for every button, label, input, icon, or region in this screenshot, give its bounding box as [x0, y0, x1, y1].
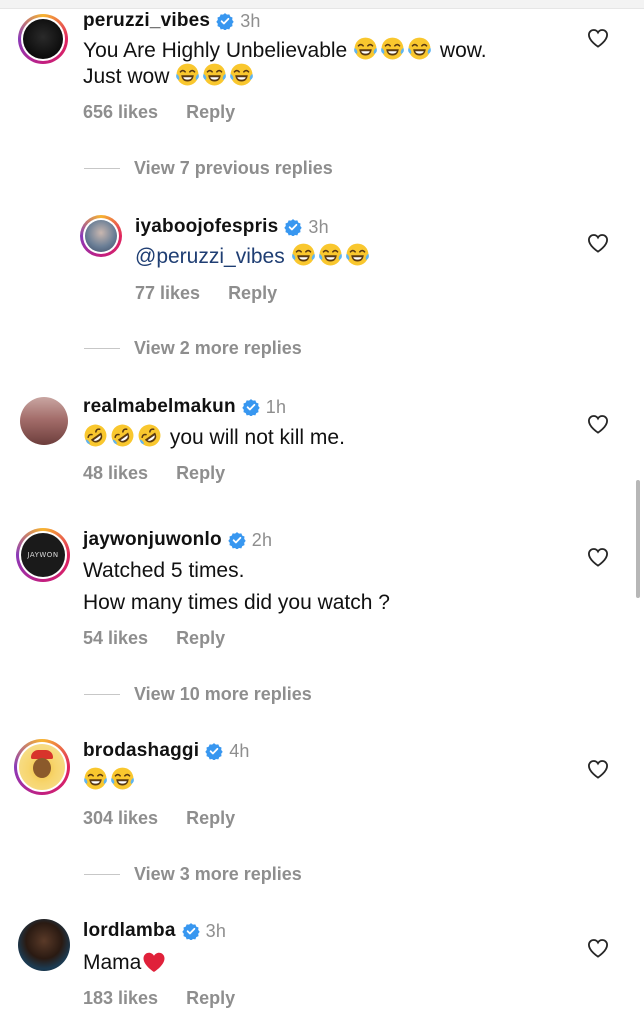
- avatar-lordlamba[interactable]: [18, 919, 70, 971]
- avatar-brodashaggi[interactable]: [14, 739, 70, 795]
- reply-button[interactable]: Reply: [228, 283, 277, 303]
- comment-text: @peruzzi_vibes: [135, 241, 372, 272]
- face-with-tears-of-joy-icon: [175, 62, 200, 87]
- view-replies-button[interactable]: View 10 more replies: [134, 684, 312, 705]
- face-with-tears-of-joy-icon: [380, 36, 405, 61]
- scrollbar[interactable]: [636, 480, 640, 598]
- avatar-iyaboojofespris[interactable]: [80, 215, 122, 257]
- comment-text-line2: Just wow: [83, 61, 256, 92]
- comment-username-row: realmabelmakun 1h: [83, 396, 286, 418]
- rolling-on-floor-laughing-icon: [137, 423, 162, 448]
- reply-button[interactable]: Reply: [176, 463, 225, 483]
- comment-text: [83, 765, 137, 796]
- likes-count[interactable]: 77 likes: [135, 283, 200, 303]
- reply-button[interactable]: Reply: [186, 988, 235, 1008]
- comment-username-row: iyaboojofespris 3h: [135, 216, 329, 238]
- comment-time: 3h: [240, 10, 261, 31]
- face-with-tears-of-joy-icon: [291, 242, 316, 267]
- comment-text-part: Mama: [83, 951, 142, 974]
- username-link[interactable]: brodashaggi: [83, 740, 199, 762]
- rolling-on-floor-laughing-icon: [83, 423, 108, 448]
- username-link[interactable]: jaywonjuwonlo: [83, 529, 222, 551]
- comment-text-part: You Are Highly Unbelievable: [83, 39, 348, 62]
- face-with-tears-of-joy-icon: [202, 62, 227, 87]
- red-heart-icon: [142, 951, 166, 973]
- face-with-tears-of-joy-icon: [110, 766, 135, 791]
- comment-text-part: Just wow: [83, 65, 170, 88]
- view-replies-row[interactable]: View 10 more replies: [84, 684, 312, 705]
- avatar-realmabelmakun[interactable]: [20, 397, 68, 445]
- verified-badge-icon: [242, 398, 260, 416]
- comment-meta: 656 likes Reply: [83, 102, 235, 123]
- likes-count[interactable]: 183 likes: [83, 988, 158, 1008]
- comment-text: Watched 5 times.: [83, 559, 245, 582]
- view-replies-row[interactable]: View 7 previous replies: [84, 158, 333, 179]
- verified-badge-icon: [216, 12, 234, 30]
- verified-badge-icon: [228, 531, 246, 549]
- mention-link[interactable]: @peruzzi_vibes: [135, 245, 285, 268]
- likes-count[interactable]: 48 likes: [83, 463, 148, 483]
- view-replies-row[interactable]: View 2 more replies: [84, 338, 302, 359]
- avatar-jaywonjuwonlo[interactable]: JAYWON: [16, 528, 70, 582]
- reply-button[interactable]: Reply: [176, 628, 225, 648]
- comment-meta: 183 likes Reply: [83, 988, 235, 1009]
- comment-username-row: jaywonjuwonlo 2h: [83, 529, 272, 551]
- likes-count[interactable]: 656 likes: [83, 102, 158, 122]
- comment-username-row: lordlamba 3h: [83, 920, 226, 942]
- likes-count[interactable]: 304 likes: [83, 808, 158, 828]
- view-replies-button[interactable]: View 3 more replies: [134, 864, 302, 885]
- comment-username-row: brodashaggi 4h: [83, 740, 250, 762]
- username-link[interactable]: iyaboojofespris: [135, 216, 278, 238]
- face-with-tears-of-joy-icon: [83, 766, 108, 791]
- comment-username-row: peruzzi_vibes 3h: [83, 10, 261, 32]
- avatar-face-shape: [33, 758, 51, 778]
- verified-badge-icon: [205, 742, 223, 760]
- comment-time: 3h: [205, 920, 227, 941]
- avatar-peruzzi-vibes[interactable]: [18, 14, 68, 64]
- likes-count[interactable]: 54 likes: [83, 628, 148, 648]
- avatar-label: JAYWON: [27, 551, 59, 559]
- divider-line: [84, 168, 120, 169]
- comment-text-part: wow.: [439, 39, 487, 62]
- comment-meta: 54 likes Reply: [83, 628, 225, 649]
- verified-badge-icon: [284, 218, 302, 236]
- username-link[interactable]: peruzzi_vibes: [83, 10, 210, 32]
- comment-meta: 48 likes Reply: [83, 463, 225, 484]
- comment-text-line2: How many times did you watch ?: [83, 591, 390, 614]
- divider-line: [84, 874, 120, 875]
- comment-meta: 304 likes Reply: [83, 808, 235, 829]
- heart-outline-icon[interactable]: [587, 233, 609, 253]
- heart-outline-icon[interactable]: [587, 414, 609, 434]
- heart-outline-icon[interactable]: [587, 28, 609, 48]
- face-with-tears-of-joy-icon: [318, 242, 343, 267]
- comment-time: 4h: [229, 740, 250, 761]
- divider-line: [84, 694, 120, 695]
- comment-time: 2h: [251, 529, 273, 550]
- face-with-tears-of-joy-icon: [353, 36, 378, 61]
- reply-button[interactable]: Reply: [186, 102, 235, 122]
- face-with-tears-of-joy-icon: [345, 242, 370, 267]
- verified-badge-icon: [182, 922, 200, 940]
- view-replies-row[interactable]: View 3 more replies: [84, 864, 302, 885]
- comment-text: Mama: [83, 947, 168, 978]
- divider-line: [84, 348, 120, 349]
- face-with-tears-of-joy-icon: [407, 36, 432, 61]
- rolling-on-floor-laughing-icon: [110, 423, 135, 448]
- view-replies-button[interactable]: View 7 previous replies: [134, 158, 333, 179]
- view-replies-button[interactable]: View 2 more replies: [134, 338, 302, 359]
- heart-outline-icon[interactable]: [587, 938, 609, 958]
- heart-outline-icon[interactable]: [587, 547, 609, 567]
- top-divider: [0, 0, 644, 9]
- username-link[interactable]: lordlamba: [83, 920, 176, 942]
- heart-outline-icon[interactable]: [587, 759, 609, 779]
- username-link[interactable]: realmabelmakun: [83, 396, 236, 418]
- comment-meta: 77 likes Reply: [135, 283, 277, 304]
- comment-time: 1h: [265, 396, 287, 417]
- face-with-tears-of-joy-icon: [229, 62, 254, 87]
- comment-text: you will not kill me.: [83, 422, 345, 453]
- comment-time: 3h: [308, 216, 329, 237]
- comment-text-part: you will not kill me.: [169, 426, 345, 449]
- reply-button[interactable]: Reply: [186, 808, 235, 828]
